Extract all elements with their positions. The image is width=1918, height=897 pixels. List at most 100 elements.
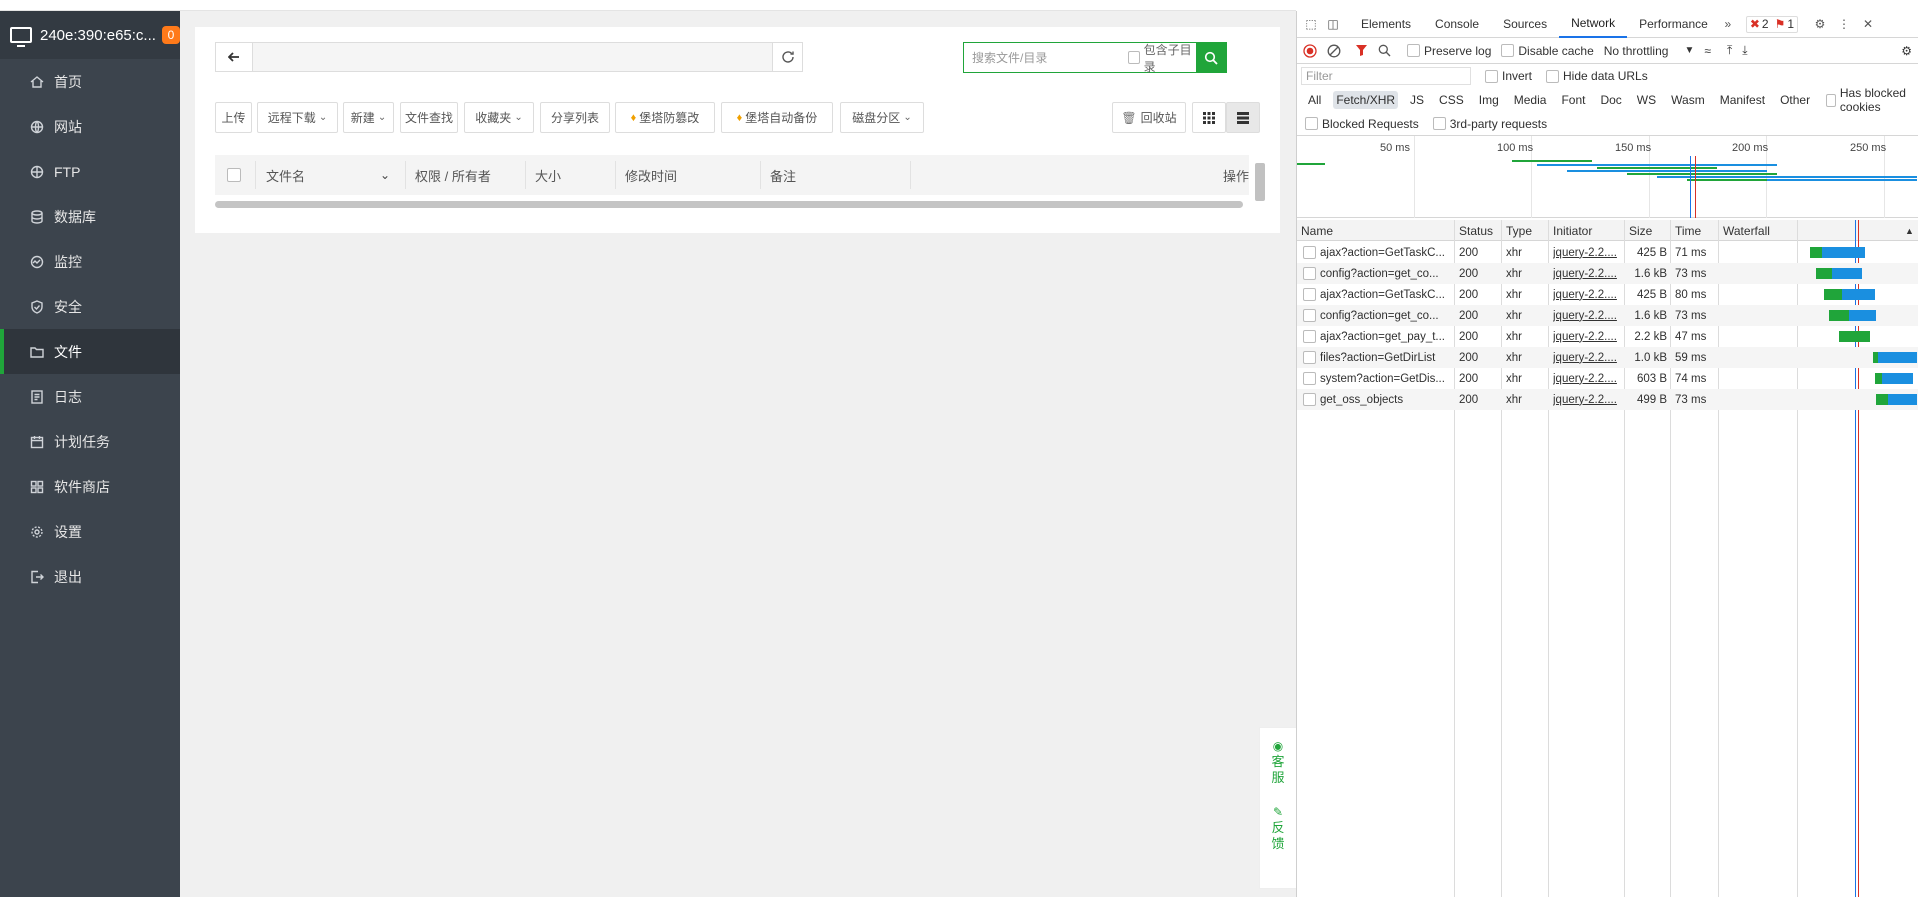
col-size[interactable]: 大小 [535, 155, 561, 195]
request-name[interactable]: ajax?action=GetTaskC... [1320, 247, 1445, 259]
type-filter-all[interactable]: All [1305, 91, 1324, 109]
request-checkbox[interactable] [1303, 309, 1316, 322]
feedback-button[interactable]: ✎ 反 馈 [1271, 804, 1284, 852]
request-row[interactable]: get_oss_objects 200 xhr jquery-2.2.... 499 B… [1297, 389, 1918, 410]
request-row[interactable]: ajax?action=get_pay_t... 200 xhr jquery-2.2… [1297, 326, 1918, 347]
grid-view-button[interactable] [1192, 102, 1226, 133]
sidebar-item-shield[interactable]: 安全 [0, 284, 180, 329]
request-initiator[interactable]: jquery-2.2.... [1553, 242, 1621, 263]
vertical-scrollbar[interactable] [1255, 163, 1265, 201]
clear-icon[interactable] [1327, 44, 1341, 58]
server-title[interactable]: 240e:390:e65:c... 0 [0, 11, 180, 59]
message-badge[interactable]: 0 [161, 26, 180, 44]
request-name[interactable]: config?action=get_co... [1320, 310, 1439, 322]
type-filter-doc[interactable]: Doc [1597, 91, 1624, 109]
request-checkbox[interactable] [1303, 246, 1316, 259]
inspect-icon[interactable]: ⬚ [1303, 16, 1319, 32]
request-initiator[interactable]: jquery-2.2.... [1553, 368, 1621, 389]
request-name[interactable]: ajax?action=get_pay_t... [1320, 331, 1445, 343]
request-name[interactable]: get_oss_objects [1320, 394, 1403, 406]
more-tabs-icon[interactable]: » [1720, 16, 1736, 32]
type-filter-wasm[interactable]: Wasm [1668, 91, 1708, 109]
request-row[interactable]: system?action=GetDis... 200 xhr jquery-2.2.… [1297, 368, 1918, 389]
invert-toggle[interactable]: Invert [1485, 69, 1532, 83]
sidebar-item-database[interactable]: 数据库 [0, 194, 180, 239]
devtools-tab-network[interactable]: Network [1559, 11, 1628, 38]
disable-cache-toggle[interactable]: Disable cache [1501, 44, 1594, 58]
sidebar-item-log[interactable]: 日志 [0, 374, 180, 419]
type-filter-img[interactable]: Img [1476, 91, 1502, 109]
blocked-requests-toggle[interactable]: Blocked Requests [1305, 117, 1419, 131]
sidebar-item-logout[interactable]: 退出 [0, 554, 180, 599]
third-party-toggle[interactable]: 3rd-party requests [1432, 117, 1547, 131]
request-row[interactable]: ajax?action=GetTaskC... 200 xhr jquery-2.2.… [1297, 242, 1918, 263]
search-button[interactable] [1195, 43, 1226, 72]
request-initiator[interactable]: jquery-2.2.... [1553, 263, 1621, 284]
download-icon[interactable]: ⤓ [1742, 43, 1747, 58]
request-checkbox[interactable] [1303, 267, 1316, 280]
request-initiator[interactable]: jquery-2.2.... [1553, 347, 1621, 368]
devtools-tab-console[interactable]: Console [1423, 11, 1491, 38]
close-devtools-icon[interactable]: ✕ [1860, 16, 1876, 32]
customer-service-button[interactable]: ◉ 客 服 [1271, 738, 1284, 786]
col-filename[interactable]: 文件名 [266, 155, 305, 195]
request-row[interactable]: config?action=get_co... 200 xhr jquery-2.2.… [1297, 263, 1918, 284]
type-filter-fetch-xhr[interactable]: Fetch/XHR [1333, 91, 1399, 109]
request-checkbox[interactable] [1303, 372, 1316, 385]
col-initiator[interactable]: Initiator [1549, 220, 1592, 241]
search-network-icon[interactable] [1378, 44, 1391, 57]
remote-download-button[interactable]: 远程下载 ⌄ [257, 102, 338, 133]
sidebar-item-home[interactable]: 首页 [0, 59, 180, 104]
devtools-tab-performance[interactable]: Performance [1627, 11, 1720, 38]
request-row[interactable]: ajax?action=GetTaskC... 200 xhr jquery-2.2.… [1297, 284, 1918, 305]
sidebar-item-folder[interactable]: 文件 [0, 329, 180, 374]
filter-funnel-icon[interactable] [1355, 44, 1368, 57]
request-checkbox[interactable] [1303, 351, 1316, 364]
request-checkbox[interactable] [1303, 288, 1316, 301]
search-input[interactable] [964, 43, 1124, 72]
col-size[interactable]: Size [1625, 220, 1652, 241]
request-initiator[interactable]: jquery-2.2.... [1553, 326, 1621, 347]
request-row[interactable]: files?action=GetDirList 200 xhr jquery-2.2.… [1297, 347, 1918, 368]
request-initiator[interactable]: jquery-2.2.... [1553, 389, 1621, 410]
col-note[interactable]: 备注 [770, 155, 796, 195]
tamper-protect-button[interactable]: ♦ 堡塔防篡改 [615, 102, 715, 133]
request-initiator[interactable]: jquery-2.2.... [1553, 305, 1621, 326]
col-status[interactable]: Status [1455, 220, 1493, 241]
sidebar-item-apps[interactable]: 软件商店 [0, 464, 180, 509]
request-checkbox[interactable] [1303, 393, 1316, 406]
request-name[interactable]: system?action=GetDis... [1320, 373, 1445, 385]
horizontal-scrollbar[interactable] [215, 201, 1243, 208]
devtools-tab-sources[interactable]: Sources [1491, 11, 1559, 38]
sort-triangle-icon[interactable]: ▲ [1901, 220, 1914, 241]
hide-data-urls-toggle[interactable]: Hide data URLs [1546, 69, 1648, 83]
type-filter-media[interactable]: Media [1511, 91, 1550, 109]
network-settings-icon[interactable]: ⚙ [1901, 44, 1912, 58]
type-filter-manifest[interactable]: Manifest [1717, 91, 1768, 109]
blocked-cookies-toggle[interactable]: Has blocked cookies [1826, 86, 1918, 114]
sidebar-item-calendar[interactable]: 计划任务 [0, 419, 180, 464]
new-button[interactable]: 新建 ⌄ [343, 102, 394, 133]
request-checkbox[interactable] [1303, 330, 1316, 343]
type-filter-other[interactable]: Other [1777, 91, 1813, 109]
error-counter[interactable]: ✖ 2 ⚑ 1 [1745, 15, 1799, 33]
network-overview[interactable]: 50 ms 100 ms 150 ms 200 ms 250 ms [1297, 136, 1918, 218]
auto-backup-button[interactable]: ♦ 堡塔自动备份 [721, 102, 833, 133]
recycle-bin-button[interactable]: 🗑 回收站 [1112, 102, 1186, 133]
device-toolbar-icon[interactable]: ◫ [1325, 16, 1341, 32]
refresh-button[interactable] [772, 43, 802, 71]
sort-chevron-icon[interactable]: ⌄ [380, 155, 390, 195]
col-time[interactable]: Time [1671, 220, 1701, 241]
devtools-tab-elements[interactable]: Elements [1349, 11, 1423, 38]
include-subdir-checkbox[interactable] [1128, 51, 1140, 64]
request-name[interactable]: files?action=GetDirList [1320, 352, 1435, 364]
request-row[interactable]: config?action=get_co... 200 xhr jquery-2.2.… [1297, 305, 1918, 326]
record-icon[interactable] [1303, 43, 1317, 58]
upload-icon[interactable]: ⤒ [1727, 43, 1732, 58]
settings-gear-icon[interactable]: ⚙ [1812, 16, 1828, 32]
kebab-menu-icon[interactable]: ⋮ [1836, 16, 1852, 32]
favorites-button[interactable]: 收藏夹 ⌄ [464, 102, 534, 133]
type-filter-ws[interactable]: WS [1634, 91, 1659, 109]
share-list-button[interactable]: 分享列表 [540, 102, 610, 133]
sidebar-item-gear[interactable]: 设置 [0, 509, 180, 554]
